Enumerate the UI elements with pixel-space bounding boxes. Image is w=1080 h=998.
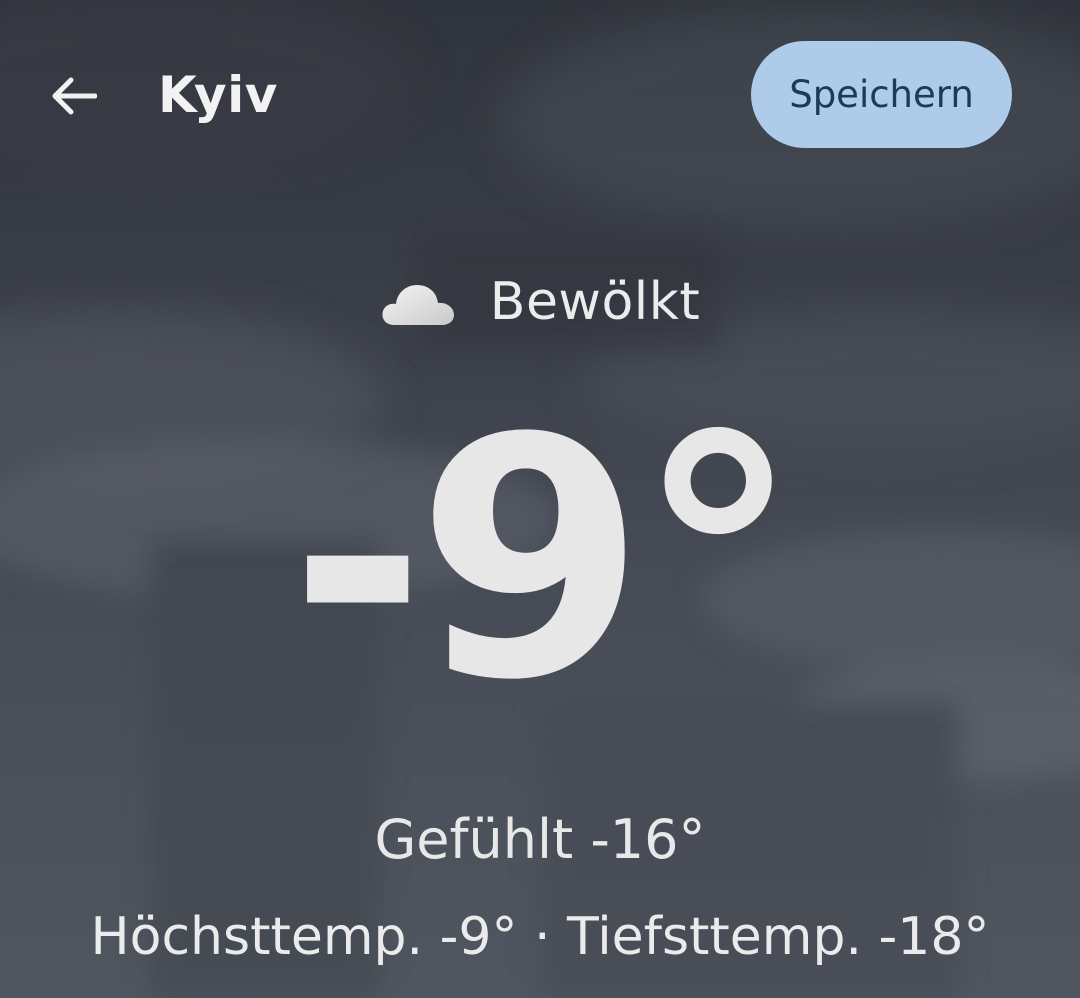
current-temperature: -9° xyxy=(289,368,801,752)
arrow-left-icon xyxy=(52,77,97,115)
condition-label: Bewölkt xyxy=(489,272,701,332)
back-button[interactable] xyxy=(40,62,108,130)
save-button[interactable]: Speichern xyxy=(751,41,1012,148)
top-app-bar: Kyiv Speichern xyxy=(0,0,1080,190)
high-low-temperature: Höchsttemp. -9° · Tiefsttemp. -18° xyxy=(90,907,990,967)
feels-like-temperature: Gefühlt -16° xyxy=(374,808,706,871)
current-condition: Bewölkt xyxy=(0,262,1080,342)
city-title: Kyiv xyxy=(158,66,278,124)
cloud-icon xyxy=(382,285,454,325)
